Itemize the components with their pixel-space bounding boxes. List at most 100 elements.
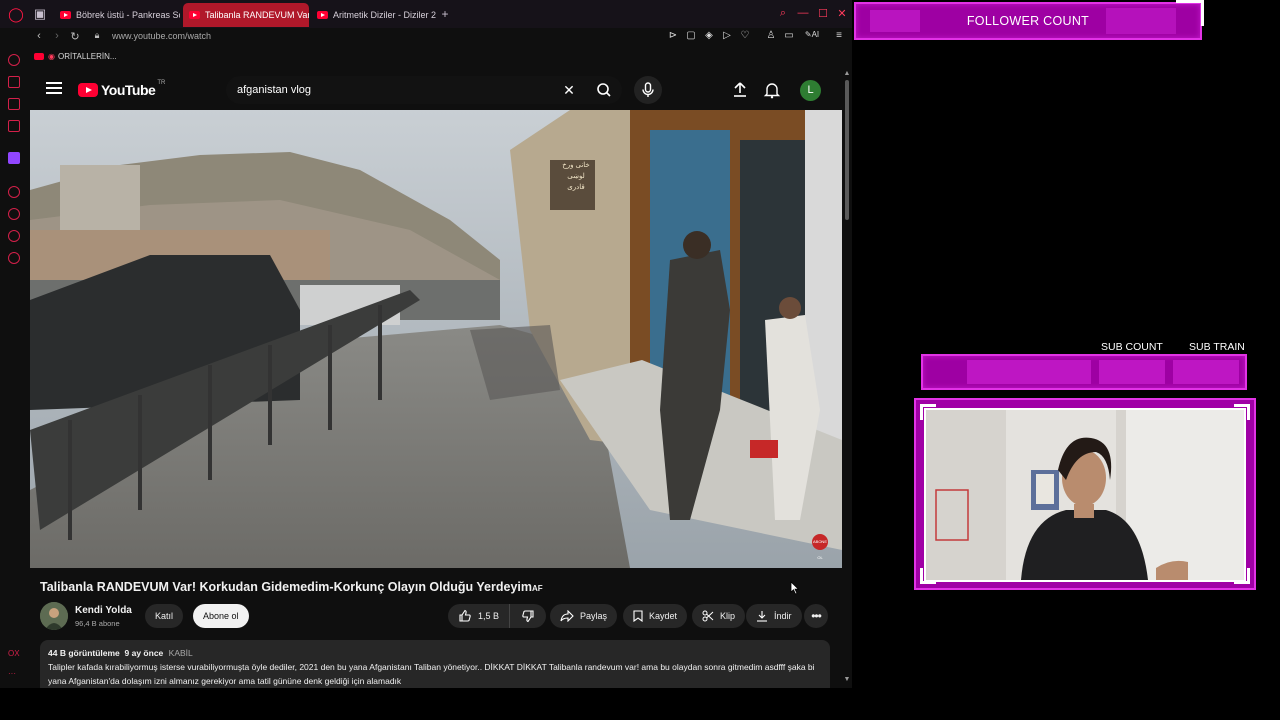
clear-search-icon[interactable]: ✕ [560, 81, 578, 99]
tab-title: Böbrek üstü - Pankreas Sc [76, 10, 180, 20]
upload-icon[interactable] [730, 80, 750, 100]
clip-label: Klip [720, 611, 736, 621]
tab-bar: ◯ ▣ Böbrek üstü - Pankreas Sc Talibanla … [0, 0, 852, 28]
share-button[interactable]: Paylaş [550, 604, 618, 628]
twitch-icon[interactable] [8, 152, 20, 164]
channel-action-row: Kendi Yolda 96,4 B abone Katıl Abone ol … [40, 602, 840, 632]
tab-taliban-video[interactable]: Talibanla RANDEVUM Var! [183, 3, 309, 27]
maximize-icon[interactable]: ☐ [816, 7, 830, 20]
youtube-tab-icon [189, 11, 200, 19]
corner-bracket [1234, 404, 1250, 420]
lock-icon[interactable]: 🔒︎ [90, 30, 104, 41]
save-button[interactable]: Kaydet [623, 604, 688, 628]
region-code: TR [157, 80, 166, 86]
messenger-icon[interactable] [8, 98, 20, 110]
like-count: 1,5 B [477, 611, 499, 621]
glitch-block [1099, 360, 1165, 384]
new-tab-icon[interactable]: + [437, 6, 453, 22]
ai-label: AI [811, 30, 820, 39]
back-icon[interactable]: ‹ [32, 30, 46, 42]
shield-icon[interactable]: ◈ [702, 30, 716, 41]
logo-text: YouTube [101, 82, 156, 98]
channel-avatar[interactable] [40, 602, 68, 630]
download-button[interactable]: İndir [746, 604, 802, 628]
webcam-frame [914, 398, 1256, 590]
tab-title: Aritmetik Diziler - Diziler 2 [333, 10, 437, 20]
more-actions-button[interactable]: ••• [804, 604, 828, 628]
opera-gx-label[interactable]: OX [8, 649, 20, 658]
extensions-icon[interactable] [8, 230, 20, 242]
webcam-video [924, 408, 1246, 582]
dislike-button[interactable] [510, 604, 546, 628]
scissors-icon [702, 610, 714, 622]
download-label: İndir [774, 611, 792, 621]
pin-icon[interactable]: ⊳ [666, 30, 680, 41]
hamburger-menu-icon[interactable] [46, 82, 62, 98]
video-player[interactable]: خانی ورخ لوښی قادری ABONE OL [30, 110, 842, 568]
mouse-cursor-icon [790, 581, 800, 595]
like-button[interactable]: 1,5 B [448, 604, 510, 628]
shop-sign-line: قادری [567, 184, 585, 191]
account-icon[interactable]: ♙ [764, 30, 778, 41]
browser-window: ◯ ▣ Böbrek üstü - Pankreas Sc Talibanla … [0, 0, 852, 688]
tab-overview-icon[interactable]: ▣ [32, 6, 48, 22]
corner-bracket [920, 568, 936, 584]
add-panel-icon[interactable] [8, 186, 20, 198]
download-icon [756, 610, 768, 622]
scroll-down-arrow-icon[interactable]: ▼ [843, 676, 851, 683]
scroll-up-arrow-icon[interactable]: ▲ [843, 70, 851, 77]
search-input[interactable] [226, 76, 586, 104]
notifications-bell-icon[interactable] [762, 80, 782, 100]
shopping-icon[interactable] [8, 76, 20, 88]
instagram-icon[interactable] [8, 120, 20, 132]
opera-logo-icon[interactable]: ◯ [8, 6, 24, 22]
battery-icon[interactable]: ▭ [782, 30, 796, 41]
tab-pancreas[interactable]: Böbrek üstü - Pankreas Sc [54, 3, 180, 27]
send-icon[interactable]: ▷ [720, 30, 734, 41]
voice-search-button[interactable] [634, 76, 662, 104]
description-box[interactable]: 44 B görüntüleme 9 ay önce KABİL Taliple… [40, 640, 830, 688]
microphone-icon [642, 82, 654, 97]
clock-icon[interactable] [8, 208, 20, 220]
bookmark-label: ORİTALLERİN... [57, 52, 117, 61]
subscribe-watermark[interactable]: ABONE OL [812, 534, 828, 560]
search-icon [597, 83, 611, 97]
close-window-icon[interactable]: ✕ [835, 7, 849, 20]
clip-button[interactable]: Klip [692, 604, 746, 628]
page-scrollbar[interactable]: ▲ ▼ [842, 70, 852, 688]
forward-icon[interactable]: › [50, 30, 64, 42]
shop-sign-line: خانی ورخ لوښی [562, 162, 590, 180]
heart-icon[interactable]: ♡ [738, 30, 752, 41]
sidebar-more-icon[interactable]: ··· [8, 669, 16, 678]
sub-count-label: SUB COUNT [1101, 341, 1163, 353]
sub-labels: SUB COUNT SUB TRAIN [1100, 341, 1280, 355]
search-button[interactable] [586, 76, 622, 104]
youtube-logo[interactable]: YouTube TR [78, 80, 166, 98]
webcam-feed [926, 410, 1244, 580]
subscribe-button[interactable]: Abone ol [193, 604, 249, 628]
tab-arithmetic[interactable]: Aritmetik Diziler - Diziler 2 [311, 3, 437, 27]
shop-sign: خانی ورخ لوښی قادری [557, 160, 595, 193]
menu-lines-icon[interactable]: ≡ [832, 30, 846, 41]
youtube-tab-icon [60, 11, 71, 19]
address-bar: ‹ › ↻ 🔒︎ www.youtube.com/watch ⊳ ▢ ◈ ▷ ♡… [26, 28, 852, 46]
bookmark-item[interactable]: ◉ ORİTALLERİN... [34, 52, 117, 61]
youtube-logo-icon [78, 83, 98, 97]
snapshot-icon[interactable]: ▢ [684, 30, 698, 41]
url-field[interactable]: www.youtube.com/watch [112, 31, 211, 41]
location-tag[interactable]: KABİL [169, 648, 193, 658]
video-frame [30, 110, 842, 568]
channel-name[interactable]: Kendi Yolda [75, 605, 132, 616]
join-button[interactable]: Katıl [145, 604, 184, 628]
history-icon[interactable] [8, 54, 20, 66]
bookmarks-bar: ◉ ORİTALLERİN... [26, 50, 852, 66]
search-tabs-icon[interactable]: ⌕ [776, 7, 790, 20]
more-horizontal-icon: ••• [811, 609, 822, 623]
scroll-thumb[interactable] [845, 80, 849, 220]
reload-icon[interactable]: ↻ [68, 30, 82, 43]
ai-button[interactable]: ✎AI [800, 30, 824, 39]
account-avatar[interactable]: L [800, 80, 821, 101]
youtube-header: YouTube TR ✕ [30, 70, 842, 110]
minimize-icon[interactable]: — [796, 7, 810, 19]
settings-icon[interactable] [8, 252, 20, 264]
